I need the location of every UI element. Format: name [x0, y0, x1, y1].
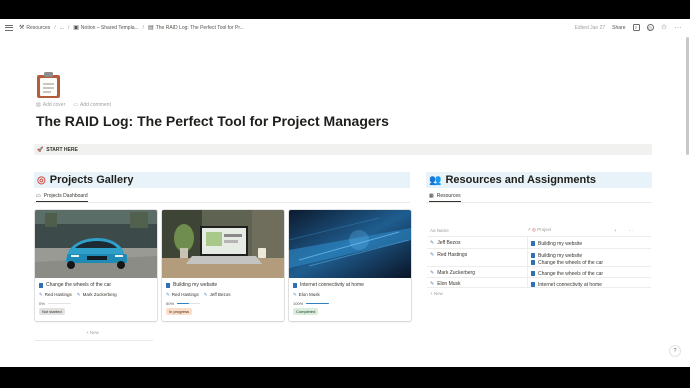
clipboard-icon: ▤ — [148, 25, 154, 31]
sidebar-toggle-icon[interactable] — [5, 24, 13, 31]
image-icon: ▨ — [36, 102, 41, 108]
person-tag: ✎ Jeff Bezos — [203, 292, 231, 297]
more-columns-icon[interactable]: ··· — [629, 228, 634, 233]
table-view-icon: ▦ — [429, 193, 434, 199]
person-icon: ✎ — [430, 252, 435, 258]
person-tag: ✎ Red Hastings — [166, 292, 199, 297]
page-icon — [39, 282, 43, 288]
page-actions: ▨ Add cover ▭ Add comment — [36, 102, 111, 108]
page-icon — [293, 282, 297, 288]
table-row[interactable]: ✎ Mark Zuckerberg Change the wheels of th… — [427, 266, 651, 277]
status-badge: In progress — [166, 308, 193, 315]
notion-icon: ▣ — [73, 25, 79, 31]
breadcrumb-ellipsis[interactable]: ... — [60, 25, 64, 31]
status-badge: Completed — [293, 308, 319, 315]
add-comment-button[interactable]: ▭ Add comment — [73, 102, 111, 108]
updates-icon[interactable]: ◷ — [646, 24, 654, 31]
favorite-icon[interactable]: ☆ — [661, 24, 668, 31]
gallery-new-button[interactable]: + New — [86, 330, 99, 335]
person-icon: ✎ — [76, 292, 81, 297]
top-bar: ⚒ Resources / ... / ▣ Notion – Shared Temp… — [0, 19, 690, 36]
person-icon: ✎ — [166, 292, 170, 297]
person-icon: ✎ — [430, 270, 435, 276]
table-row[interactable]: ✎ Red Hastings Building my website Change… — [427, 248, 651, 266]
target-icon: ◎ — [532, 227, 536, 232]
laptop-cover-image — [162, 210, 284, 278]
progress-value: 100% — [293, 301, 304, 306]
share-button[interactable]: Share — [612, 25, 625, 31]
project-link[interactable]: Change the wheels of the car — [531, 270, 651, 277]
comments-icon[interactable]: ≡ — [632, 24, 640, 31]
scrollbar[interactable] — [686, 37, 689, 155]
person-icon: ✎ — [293, 292, 297, 297]
resources-heading[interactable]: 👥 Resources and Assignments — [426, 172, 652, 188]
progress-bar — [177, 302, 201, 305]
resources-icon: ⚒ — [19, 25, 25, 31]
top-actions: Edited Jan 27 Share ≡ ◷ ☆ ··· — [575, 19, 682, 36]
progress-fill — [306, 302, 330, 305]
breadcrumb-resources[interactable]: ⚒ Resources — [19, 24, 50, 32]
project-card[interactable]: Building my website ✎ Red Hastings ✎ Jeff … — [162, 210, 284, 321]
status-badge: Not started — [39, 308, 65, 315]
person-icon: ✎ — [39, 292, 43, 297]
person-icon: ✎ — [430, 281, 435, 287]
person-icon: ✎ — [203, 292, 208, 297]
progress-value: 50% — [166, 301, 175, 306]
card-title: Change the wheels of the car — [46, 282, 112, 288]
projects-gallery-heading[interactable]: ◎ Projects Gallery — [34, 172, 410, 188]
people-icon: 👥 — [429, 174, 442, 186]
start-here-callout[interactable]: 🚀 START HERE — [34, 144, 652, 155]
progress-value: 0% — [39, 301, 45, 306]
table-header: Aa Name ↗ ◎ Project + ··· — [427, 225, 651, 235]
more-options-icon[interactable]: ··· — [675, 25, 683, 31]
page-icon — [166, 282, 170, 288]
person-tag: ✎ Mark Zuckerberg — [76, 292, 117, 297]
notion-window: ⚒ Resources / ... / ▣ Notion – Shared Temp… — [0, 19, 690, 367]
project-card[interactable]: Internet connectivity at home ✎ Elon Musk… — [289, 210, 411, 321]
project-card[interactable]: Change the wheels of the car ✎ Red Hastin… — [35, 210, 157, 321]
person-tag: ✎ Elon Musk — [293, 292, 320, 297]
table-row[interactable]: ✎ Elon Musk Internet connectivity at home — [427, 277, 651, 288]
car-cover-image — [35, 210, 157, 278]
gallery-view-icon: ▭ — [36, 193, 41, 199]
target-icon: ◎ — [37, 174, 46, 186]
page-title[interactable]: The RAID Log: The Perfect Tool for Proje… — [36, 113, 389, 129]
keyboard-cover-image — [289, 210, 411, 278]
comment-icon: ▭ — [73, 102, 78, 108]
add-cover-button[interactable]: ▨ Add cover — [36, 102, 65, 108]
clipboard-page-icon[interactable] — [37, 72, 60, 98]
person-icon: ✎ — [430, 240, 435, 246]
rocket-icon: 🚀 — [37, 146, 44, 153]
breadcrumb-current-page[interactable]: ▤ The RAID Log: The Perfect Tool for Pr..… — [148, 24, 244, 32]
project-link[interactable]: Building my website — [531, 252, 651, 259]
column-name[interactable]: Aa Name — [427, 228, 527, 233]
add-column-icon[interactable]: + — [614, 228, 617, 233]
progress-bar — [47, 302, 71, 305]
card-title: Building my website — [173, 282, 218, 288]
tab-projects-dashboard[interactable]: ▭ Projects Dashboard — [36, 193, 88, 202]
table-row[interactable]: ✎ Jeff Bezos Building my website — [427, 236, 651, 248]
help-button[interactable]: ? — [670, 346, 680, 356]
column-project[interactable]: ↗ ◎ Project — [527, 227, 614, 233]
project-link[interactable]: Internet connectivity at home — [531, 281, 651, 288]
person-tag: ✎ Red Hastings — [39, 292, 72, 297]
breadcrumb-shared-templates[interactable]: ▣ Notion – Shared Templa... — [73, 24, 138, 32]
card-title: Internet connectivity at home — [300, 282, 364, 288]
table-new-button[interactable]: + New — [430, 291, 443, 296]
progress-bar — [306, 302, 330, 305]
tab-resources[interactable]: ▦ Resources — [429, 193, 461, 202]
progress-fill — [177, 302, 189, 305]
project-link[interactable]: Change the wheels of the car — [531, 259, 651, 266]
edited-time: Edited Jan 27 — [574, 24, 606, 31]
project-link[interactable]: Building my website — [531, 240, 651, 247]
